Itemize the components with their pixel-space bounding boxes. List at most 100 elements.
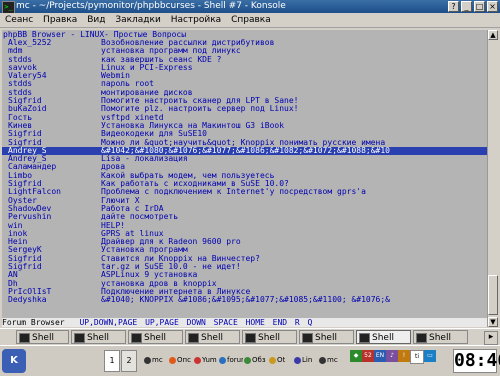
- topic-list: Alex_5252 Возобновление рассылки дистрибу…: [2, 38, 487, 305]
- window-title: mc - ~/Projects/pymonitor/phpbbcurses - …: [16, 1, 286, 11]
- topic-row[interactable]: stdds пароль root: [2, 80, 487, 89]
- network-icon[interactable]: ◆: [350, 350, 362, 362]
- taskbar-task-label: mc: [152, 356, 163, 364]
- status-line: Forum Browser UP,DOWN,PAGE UP,PAGE DOWN …: [2, 318, 487, 327]
- menu-settings[interactable]: Настройка: [171, 15, 222, 25]
- terminal-scrollbar[interactable]: ▲ ▼: [487, 30, 498, 327]
- session-tab[interactable]: Shell #5: [242, 330, 297, 357]
- window-titlebar[interactable]: >_ mc - ~/Projects/pymonitor/phpbbcurses…: [0, 0, 500, 14]
- topic-row[interactable]: Dedyshka &#1040; KNOPPIX &#1086;&#1095;&#…: [2, 295, 487, 305]
- topic-row[interactable]: AN ASPLinux 9 установка: [2, 271, 487, 280]
- taskbar-task[interactable]: mc: [319, 349, 343, 371]
- terminal-area[interactable]: phpBB Browser - LINUX- Простые Вопросы A…: [2, 30, 487, 327]
- maximize-icon[interactable]: □: [474, 1, 485, 12]
- terminal-icon: [131, 333, 142, 343]
- session-tab-label: Shell: [32, 333, 54, 343]
- session-tab[interactable]: Shell #4: [185, 330, 240, 357]
- taskbar-task[interactable]: forum: [219, 349, 243, 371]
- topic-subject: &#1040; KNOPPIX &#1086;&#1095;&#1077;&#1…: [101, 295, 390, 305]
- topic-row[interactable]: inok GPRS at linux: [2, 229, 487, 238]
- language-indicator[interactable]: EN: [374, 350, 386, 362]
- scroll-up-icon[interactable]: ▲: [488, 30, 498, 40]
- terminal-icon: [19, 333, 30, 343]
- status-keys: UP,DOWN,PAGE UP,PAGE DOWN SPACE HOME END…: [79, 318, 313, 327]
- topic-row[interactable]: Sigfrid Ставится ли Knoppix на Винчестер?: [2, 254, 487, 263]
- taskbar-task-label: mc: [327, 356, 338, 364]
- topic-row[interactable]: mdm установка программ под линукс: [2, 46, 487, 55]
- desktop-pager-1[interactable]: 1: [104, 350, 120, 372]
- terminal-icon: [302, 333, 313, 343]
- topic-row[interactable]: Alex_5252 Возобновление рассылки дистрибу…: [2, 38, 487, 47]
- topic-author: Dedyshka: [8, 295, 47, 305]
- topic-row[interactable]: ShadowDev Работа с IrDA: [2, 204, 487, 213]
- status-label: Forum Browser: [2, 318, 65, 327]
- app-icon: [169, 356, 176, 364]
- topic-row[interactable]: Oyster Глючит X: [2, 196, 487, 205]
- app-icon: [244, 356, 251, 364]
- topic-row[interactable]: Hein Драйвер для к Radeon 9600 pro: [2, 237, 487, 246]
- terminal-icon: [245, 333, 256, 343]
- topic-row[interactable]: Pervushin дайте посмотреть: [2, 212, 487, 221]
- kde-wallet-icon[interactable]: ti: [410, 350, 424, 364]
- topic-row[interactable]: Sigfrid tar.gz и SuSE 10.0 - не идет!: [2, 262, 487, 271]
- menu-help[interactable]: Справка: [231, 15, 271, 25]
- menu-edit[interactable]: Правка: [43, 15, 77, 25]
- topic-row[interactable]: stdds как завершить сеанс KDE ?: [2, 55, 487, 64]
- session-tab[interactable]: Shell #7: [356, 330, 411, 357]
- taskbar-task[interactable]: Ot: [269, 349, 293, 371]
- taskbar-task-label: Oпс: [177, 356, 191, 364]
- app-icon: [219, 356, 226, 364]
- session-tab[interactable]: Shell: [16, 330, 69, 344]
- menu-view[interactable]: Вид: [87, 15, 105, 25]
- session-tabs: ▸ ShellShell #2Shell #3Shell #4Shell #5S…: [0, 328, 500, 357]
- menu-bar: Сеанс Правка Вид Закладки Настройка Спра…: [0, 13, 500, 28]
- topic-row[interactable]: Andrey_S Lisa - локализация: [2, 154, 487, 163]
- taskbar-task[interactable]: mc: [144, 349, 168, 371]
- taskbar-task-label: Обз: [252, 356, 266, 364]
- terminal-icon: [74, 333, 85, 343]
- taskbar-task[interactable]: Lin: [294, 349, 318, 371]
- scrollbar-thumb[interactable]: [488, 275, 498, 315]
- topic-row[interactable]: LightFalcon Проблема с подключением к Int…: [2, 188, 487, 197]
- updater-icon[interactable]: !: [398, 350, 410, 362]
- menu-session[interactable]: Сеанс: [5, 15, 33, 25]
- topic-row[interactable]: Andrey_S &#1042;&#1080;&#1076;&#1077;&#10…: [2, 146, 487, 156]
- taskbar-task[interactable]: Обз: [244, 349, 268, 371]
- taskbar-task-label: forum: [227, 356, 243, 364]
- terminal-icon: [188, 333, 199, 343]
- taskbar-task[interactable]: Yum: [194, 349, 218, 371]
- desktop-pager-2[interactable]: 2: [121, 350, 137, 372]
- window-controls: ? _ □ ×: [448, 1, 498, 12]
- new-session-icon[interactable]: ▸: [484, 331, 498, 345]
- topic-row[interactable]: savvok Linux и PCI-Express: [2, 63, 487, 72]
- session-tab[interactable]: Shell #2: [71, 330, 126, 357]
- topic-row[interactable]: Кинев Установка Линукса на Макинтош G3 iB…: [2, 121, 487, 130]
- taskbar-task-label: Yum: [202, 356, 217, 364]
- taskbar: K 1 2 mcOпсYumforumОбзOtLinmc ◆ 52 EN ♪ …: [0, 345, 500, 376]
- minimize-icon[interactable]: _: [461, 1, 472, 12]
- app-icon: [194, 356, 201, 364]
- topic-row[interactable]: win HELP!: [2, 221, 487, 230]
- terminal-icon: [359, 333, 370, 343]
- taskbar-task[interactable]: Oпс: [169, 349, 193, 371]
- session-tab[interactable]: Shell #8: [413, 330, 468, 357]
- close-icon[interactable]: ×: [487, 1, 498, 12]
- app-icon: [269, 356, 276, 364]
- scroll-down-icon[interactable]: ▼: [488, 317, 498, 327]
- topic-row[interactable]: Valery54 Webmin: [2, 71, 487, 80]
- terminal-icon: [416, 333, 427, 343]
- taskbar-task-label: Lin: [302, 356, 313, 364]
- app-icon: [144, 356, 151, 364]
- session-tab[interactable]: Shell #6: [299, 330, 354, 357]
- topic-row[interactable]: buKaZoid Помогите plz. настроить сервер п…: [2, 105, 487, 114]
- monitor-icon[interactable]: 52: [362, 350, 374, 362]
- app-icon: [319, 356, 326, 364]
- clock[interactable]: 08:46: [453, 349, 500, 373]
- display-icon[interactable]: ▭: [424, 350, 436, 362]
- taskbar-task-label: Ot: [277, 356, 286, 364]
- menu-bookmarks[interactable]: Закладки: [115, 15, 161, 25]
- session-tab[interactable]: Shell #3: [128, 330, 183, 357]
- kde-menu-icon[interactable]: K: [2, 349, 26, 373]
- klipper-icon[interactable]: ♪: [386, 350, 398, 362]
- help-icon[interactable]: ?: [448, 1, 459, 12]
